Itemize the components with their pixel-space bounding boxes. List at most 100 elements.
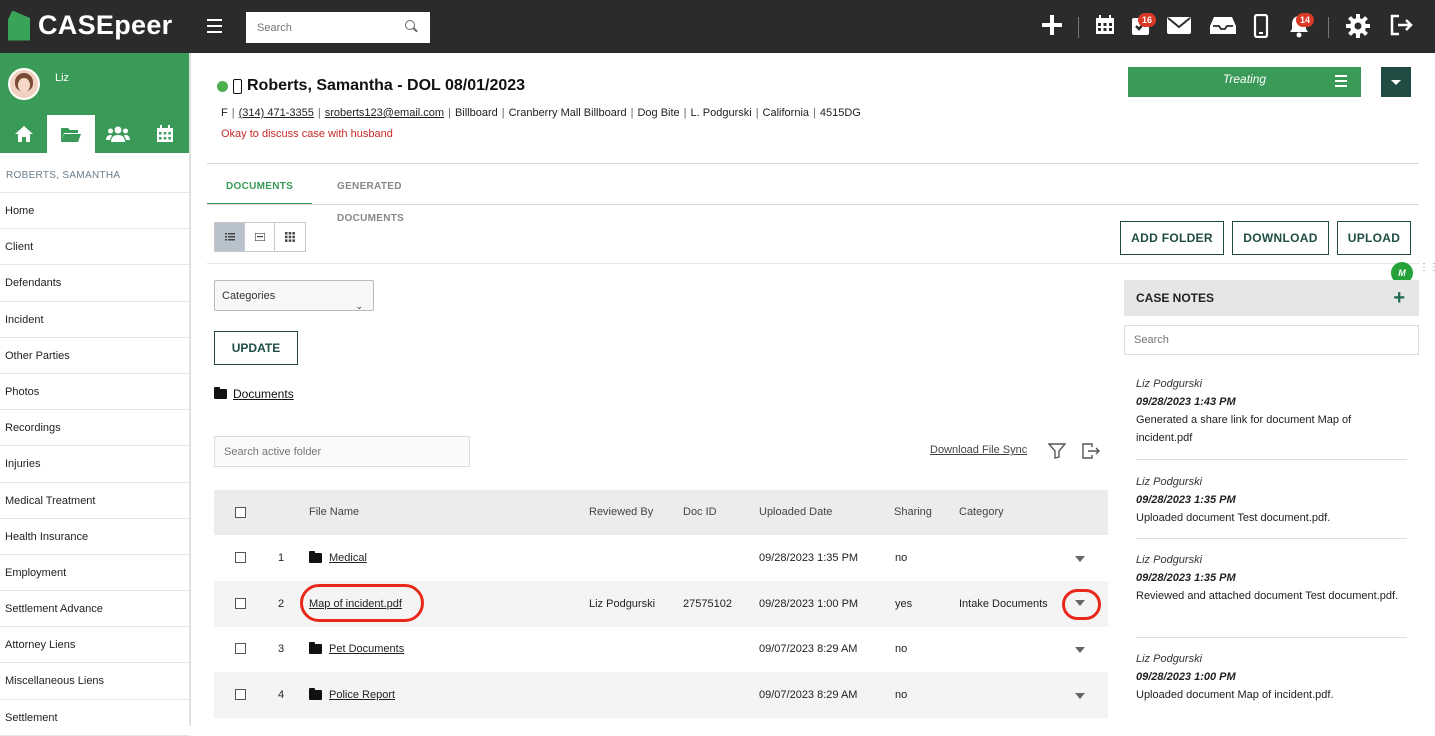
sidebar-item[interactable]: Employment — [0, 555, 189, 592]
table-row[interactable]: 4 Police Report 09/07/2023 8:29 AM no — [214, 672, 1108, 718]
column-header-sharing[interactable]: Sharing — [894, 490, 932, 535]
sidebar-item[interactable]: Health Insurance — [0, 519, 189, 555]
logo[interactable]: CASEpeer — [8, 10, 172, 41]
column-header-reviewed-by[interactable]: Reviewed By — [589, 490, 653, 535]
mail-icon[interactable] — [1166, 14, 1192, 42]
view-toggle — [214, 222, 306, 252]
download-button[interactable]: DOWNLOAD — [1232, 221, 1329, 255]
categories-select[interactable]: Categories ⌄ — [214, 280, 374, 311]
upload-button[interactable]: UPLOAD — [1337, 221, 1411, 255]
sidebar-item[interactable]: Client — [0, 229, 189, 266]
column-header-category[interactable]: Category — [959, 490, 1004, 535]
mobile-phone-icon[interactable] — [1248, 13, 1274, 44]
row-actions-caret-icon[interactable] — [1075, 693, 1085, 699]
notes-search-input[interactable] — [1124, 325, 1419, 355]
calendar-icon[interactable] — [142, 115, 189, 153]
row-checkbox[interactable] — [235, 689, 246, 700]
case-note: Liz Podgurski 09/28/2023 1:35 PM Uploaded … — [1136, 473, 1407, 539]
case-notes-title: CASE NOTES — [1136, 291, 1215, 305]
table-row[interactable]: 3 Pet Documents 09/07/2023 8:29 AM no — [214, 626, 1108, 672]
filter-icon[interactable] — [1047, 443, 1067, 459]
client-email-link[interactable]: sroberts123@email.com — [325, 107, 444, 119]
list-icon — [1335, 75, 1347, 90]
case-status-label: Treating — [1222, 72, 1267, 86]
column-header-file-name[interactable]: File Name — [309, 490, 359, 535]
status-dropdown-button[interactable] — [1381, 67, 1411, 97]
uploaded-date-cell: 09/28/2023 1:00 PM — [759, 598, 859, 610]
inbox-icon[interactable] — [1209, 14, 1236, 42]
menu-icon[interactable] — [207, 19, 222, 37]
sidebar-item[interactable]: Recordings — [0, 410, 189, 447]
sidebar-item[interactable]: Miscellaneous Liens — [0, 663, 189, 700]
file-name-link[interactable]: Medical — [329, 535, 367, 581]
column-header-doc-id[interactable]: Doc ID — [683, 490, 717, 535]
column-header-uploaded-date[interactable]: Uploaded Date — [759, 490, 832, 535]
file-name-cell: Medical — [309, 535, 367, 581]
calendar-icon[interactable] — [1092, 14, 1118, 42]
sidebar-item[interactable]: Other Parties — [0, 338, 189, 374]
case-notes-header: CASE NOTES + — [1124, 280, 1419, 316]
detail-view-icon[interactable] — [245, 223, 275, 251]
sharing-cell: no — [895, 643, 908, 655]
drag-handle-icon[interactable]: ⋮⋮ — [1419, 263, 1435, 273]
global-search-input[interactable] — [246, 12, 430, 43]
row-number: 1 — [278, 552, 285, 564]
table-row[interactable]: 1 Medical 09/28/2023 1:35 PM no — [214, 535, 1108, 581]
row-number: 4 — [278, 689, 285, 701]
avatar[interactable] — [8, 68, 40, 100]
export-icon[interactable] — [1081, 442, 1101, 460]
update-button[interactable]: UPDATE — [214, 331, 298, 365]
sidebar-item[interactable]: Settlement — [0, 700, 189, 736]
row-checkbox[interactable] — [235, 552, 246, 563]
folder-search-input[interactable] — [214, 436, 470, 467]
sidebar-item[interactable]: Medical Treatment — [0, 483, 189, 519]
file-name-link[interactable]: Police Report — [329, 672, 395, 718]
file-name-link[interactable]: Pet Documents — [329, 626, 404, 672]
tab-documents[interactable]: DOCUMENTS — [207, 171, 313, 205]
row-checkbox[interactable] — [235, 598, 246, 609]
folder-icon[interactable] — [47, 115, 95, 153]
breadcrumb-documents-link[interactable]: Documents — [233, 387, 294, 401]
logout-icon[interactable] — [1389, 14, 1415, 42]
case-title: Roberts, Samantha - DOL 08/01/2023 — [217, 77, 525, 95]
note-date: 09/28/2023 1:35 PM — [1136, 572, 1236, 584]
sharing-cell: no — [895, 689, 908, 701]
uploaded-date-cell: 09/28/2023 1:35 PM — [759, 552, 859, 564]
folder-icon — [214, 387, 227, 399]
client-gender: F — [221, 107, 228, 119]
row-actions-caret-icon[interactable] — [1075, 647, 1085, 653]
online-status-icon — [217, 80, 228, 92]
highlight-annotation — [300, 584, 424, 622]
search-icon[interactable] — [405, 20, 415, 30]
home-icon[interactable] — [0, 115, 47, 153]
sidebar-item[interactable]: Settlement Advance — [0, 591, 189, 628]
download-file-sync-link[interactable]: Download File Sync — [930, 444, 1027, 456]
select-all-checkbox[interactable] — [235, 507, 246, 518]
table-header: File Name Reviewed By Doc ID Uploaded Da… — [214, 490, 1108, 535]
case-title-text: Roberts, Samantha - DOL 08/01/2023 — [247, 77, 526, 94]
folder-icon — [309, 688, 322, 700]
case-status-button[interactable]: Treating — [1128, 67, 1361, 97]
list-view-icon[interactable] — [215, 223, 245, 251]
plus-icon[interactable] — [1039, 14, 1065, 42]
sidebar-item[interactable]: Injuries — [0, 446, 189, 483]
sidebar-case-name: ROBERTS, SAMANTHA — [0, 153, 189, 193]
client-phone-link[interactable]: (314) 471-3355 — [239, 107, 314, 119]
tab-generated-documents[interactable]: GENERATED DOCUMENTS — [337, 171, 404, 224]
add-note-icon[interactable]: + — [1393, 280, 1405, 316]
note-text: Reviewed and attached document Test docu… — [1136, 590, 1399, 602]
sidebar-item[interactable]: Incident — [0, 302, 189, 338]
gear-icon[interactable] — [1345, 14, 1371, 44]
sidebar-item[interactable]: Defendants — [0, 265, 189, 302]
sidebar-item[interactable]: Attorney Liens — [0, 627, 189, 664]
case-alert-note: Okay to discuss case with husband — [221, 128, 393, 140]
people-icon[interactable] — [95, 115, 142, 153]
row-actions-caret-icon[interactable] — [1075, 556, 1085, 562]
sidebar-item[interactable]: Home — [0, 193, 189, 230]
note-date: 09/28/2023 1:43 PM — [1136, 396, 1236, 408]
grid-view-icon[interactable] — [275, 223, 305, 251]
add-folder-button[interactable]: ADD FOLDER — [1120, 221, 1224, 255]
integration-widget-label: M — [1398, 268, 1406, 278]
sidebar-item[interactable]: Photos — [0, 374, 189, 411]
row-checkbox[interactable] — [235, 643, 246, 654]
